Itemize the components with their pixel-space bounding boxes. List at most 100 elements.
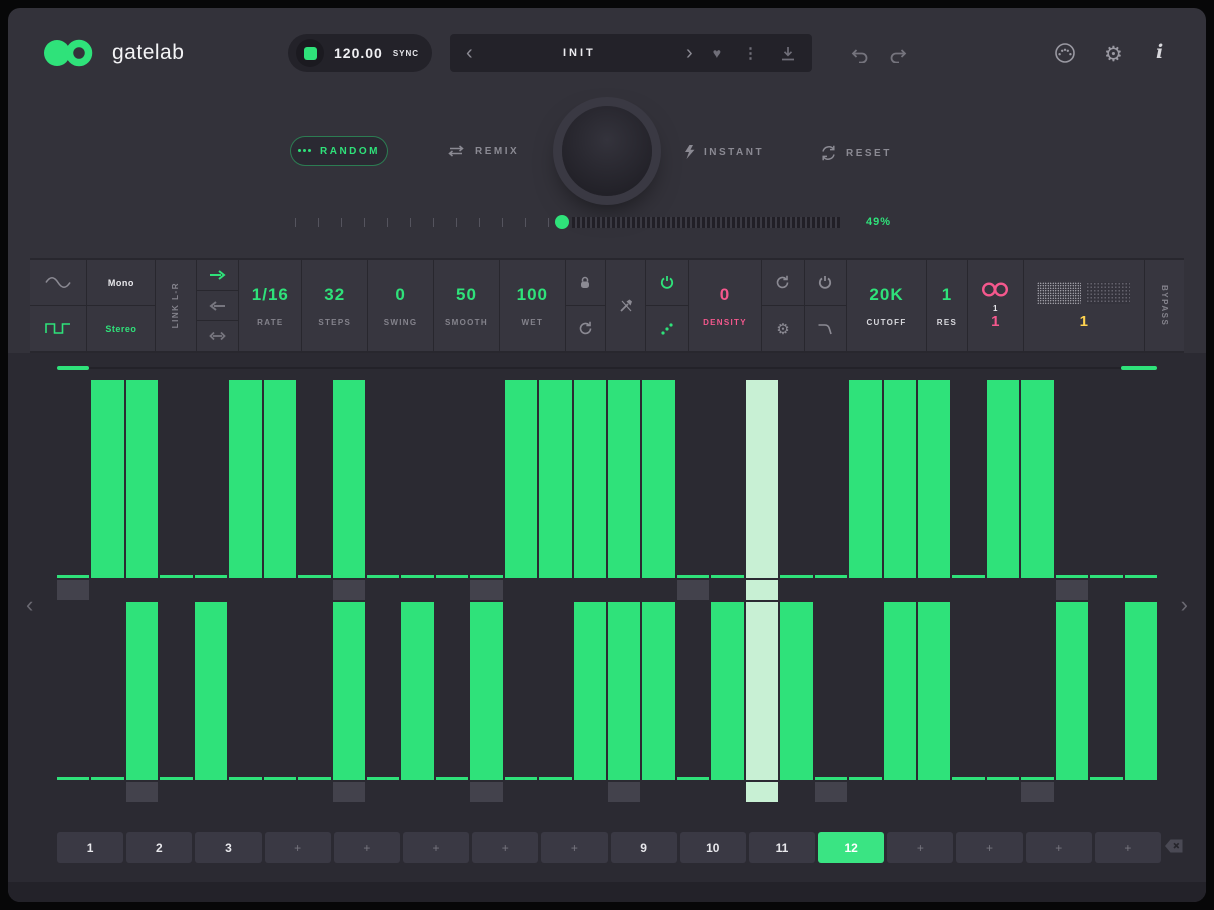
direction-reverse-button[interactable] bbox=[197, 290, 238, 321]
gate-step-1-8[interactable] bbox=[298, 380, 330, 600]
gate-step-1-4[interactable] bbox=[160, 380, 192, 600]
settings-gear-icon[interactable]: ⚙ bbox=[1104, 42, 1123, 67]
gate-step-1-29[interactable] bbox=[1021, 380, 1053, 600]
gate-step-1-12[interactable] bbox=[436, 380, 468, 600]
pattern-add-slot[interactable]: + bbox=[472, 832, 538, 863]
density-control[interactable]: 0 DENSITY bbox=[689, 260, 762, 351]
gate-step-1-3[interactable] bbox=[126, 380, 158, 600]
link-lr-toggle[interactable]: LINK L-R bbox=[156, 260, 196, 351]
page-left-icon[interactable]: ‹ bbox=[26, 592, 33, 618]
gate-step-2-19[interactable] bbox=[677, 602, 709, 802]
gate-step-1-24[interactable] bbox=[849, 380, 881, 600]
gate-step-1-30[interactable] bbox=[1056, 380, 1088, 600]
gate-step-2-14[interactable] bbox=[505, 602, 537, 802]
slider-ticks-left[interactable] bbox=[295, 218, 552, 227]
gate-step-1-23[interactable] bbox=[815, 380, 847, 600]
pattern-add-slot[interactable]: + bbox=[1095, 832, 1161, 863]
gate-step-1-7[interactable] bbox=[264, 380, 296, 600]
filter-power-toggle[interactable] bbox=[805, 260, 846, 305]
swing-control[interactable]: 0 SWING bbox=[368, 260, 433, 351]
gate-step-2-31[interactable] bbox=[1090, 602, 1122, 802]
gate-step-1-15[interactable] bbox=[539, 380, 571, 600]
noise-variation-control[interactable]: 1 bbox=[1024, 260, 1144, 351]
gate-step-2-10[interactable] bbox=[367, 602, 399, 802]
gate-step-2-6[interactable] bbox=[229, 602, 261, 802]
lock-toggle[interactable] bbox=[566, 260, 605, 305]
gate-step-2-32[interactable] bbox=[1125, 602, 1157, 802]
pattern-slot-2[interactable]: 2 bbox=[126, 832, 192, 863]
gate-step-2-2[interactable] bbox=[91, 602, 123, 802]
pattern-add-slot[interactable]: + bbox=[956, 832, 1022, 863]
redo-icon[interactable] bbox=[888, 48, 910, 63]
preset-prev-button[interactable]: ‹ bbox=[466, 43, 473, 63]
bpm-value[interactable]: 120.00 bbox=[334, 45, 383, 61]
wave-square-button[interactable] bbox=[30, 305, 86, 351]
gate-step-2-27[interactable] bbox=[952, 602, 984, 802]
delete-pattern-icon[interactable] bbox=[1164, 838, 1184, 854]
gate-step-1-22[interactable] bbox=[780, 380, 812, 600]
gate-step-2-12[interactable] bbox=[436, 602, 468, 802]
sync-toggle[interactable]: SYNC bbox=[393, 49, 419, 58]
gate-step-1-27[interactable] bbox=[952, 380, 984, 600]
gate-step-1-32[interactable] bbox=[1125, 380, 1157, 600]
smooth-control[interactable]: 50 SMOOTH bbox=[434, 260, 499, 351]
gate-step-2-25[interactable] bbox=[884, 602, 916, 802]
gate-step-2-4[interactable] bbox=[160, 602, 192, 802]
pattern-slot-11[interactable]: 11 bbox=[749, 832, 815, 863]
gate-step-1-5[interactable] bbox=[195, 380, 227, 600]
amount-slider-handle[interactable] bbox=[555, 215, 569, 229]
stop-button[interactable] bbox=[296, 39, 324, 67]
pattern-slot-12[interactable]: 12 bbox=[818, 832, 884, 863]
favorite-icon[interactable]: ♥ bbox=[713, 45, 721, 61]
slider-ticks-right[interactable] bbox=[572, 217, 840, 228]
gate-step-2-21[interactable] bbox=[746, 602, 778, 802]
gate-step-2-7[interactable] bbox=[264, 602, 296, 802]
pattern-add-slot[interactable]: + bbox=[1026, 832, 1092, 863]
loop-toggle[interactable] bbox=[566, 305, 605, 351]
preset-name[interactable]: INIT bbox=[473, 47, 686, 59]
gate-step-1-16[interactable] bbox=[574, 380, 606, 600]
gate-step-1-28[interactable] bbox=[987, 380, 1019, 600]
pattern-add-slot[interactable]: + bbox=[265, 832, 331, 863]
pattern-add-slot[interactable]: + bbox=[541, 832, 607, 863]
pattern-add-slot[interactable]: + bbox=[403, 832, 469, 863]
direction-pingpong-button[interactable] bbox=[197, 320, 238, 351]
gate-step-2-20[interactable] bbox=[711, 602, 743, 802]
gate-step-1-17[interactable] bbox=[608, 380, 640, 600]
generate-knob[interactable] bbox=[562, 106, 652, 196]
noise-pattern-b-icon[interactable] bbox=[1086, 282, 1130, 304]
wet-control[interactable]: 100 WET bbox=[500, 260, 565, 351]
preset-menu-icon[interactable]: ⋮ bbox=[743, 44, 758, 62]
gate-step-2-15[interactable] bbox=[539, 602, 571, 802]
gate-step-1-31[interactable] bbox=[1090, 380, 1122, 600]
bypass-toggle[interactable]: BYPASS bbox=[1145, 260, 1184, 351]
res-control[interactable]: 1 RES bbox=[926, 260, 967, 351]
random-mode-button[interactable]: RANDOM bbox=[290, 136, 388, 166]
steps-control[interactable]: 32 STEPS bbox=[302, 260, 367, 351]
gate-step-2-17[interactable] bbox=[608, 602, 640, 802]
noise-pattern-a-icon[interactable] bbox=[1037, 282, 1081, 304]
gate-step-1-10[interactable] bbox=[367, 380, 399, 600]
gate-step-2-22[interactable] bbox=[780, 602, 812, 802]
gate-step-1-20[interactable] bbox=[711, 380, 743, 600]
wave-sine-button[interactable] bbox=[30, 260, 86, 305]
gate-step-1-21[interactable] bbox=[746, 380, 778, 600]
preset-next-button[interactable]: › bbox=[686, 43, 693, 63]
reset-button[interactable]: RESET bbox=[820, 145, 892, 161]
undo-icon[interactable] bbox=[848, 48, 870, 63]
gate-step-2-29[interactable] bbox=[1021, 602, 1053, 802]
remix-mode-button[interactable]: REMIX bbox=[446, 145, 519, 157]
gate-step-1-2[interactable] bbox=[91, 380, 123, 600]
gate-step-2-23[interactable] bbox=[815, 602, 847, 802]
pattern-add-slot[interactable]: + bbox=[887, 832, 953, 863]
gate-step-1-25[interactable] bbox=[884, 380, 916, 600]
filter-curve-icon[interactable] bbox=[805, 305, 846, 351]
gate-step-2-11[interactable] bbox=[401, 602, 433, 802]
mono-button[interactable]: Mono bbox=[87, 260, 155, 305]
gate-step-1-18[interactable] bbox=[642, 380, 674, 600]
infinity-loop-control[interactable]: 1 1 bbox=[968, 260, 1023, 351]
gate-step-1-9[interactable] bbox=[333, 380, 365, 600]
gate-step-1-6[interactable] bbox=[229, 380, 261, 600]
gate-step-1-26[interactable] bbox=[918, 380, 950, 600]
gate-step-2-1[interactable] bbox=[57, 602, 89, 802]
